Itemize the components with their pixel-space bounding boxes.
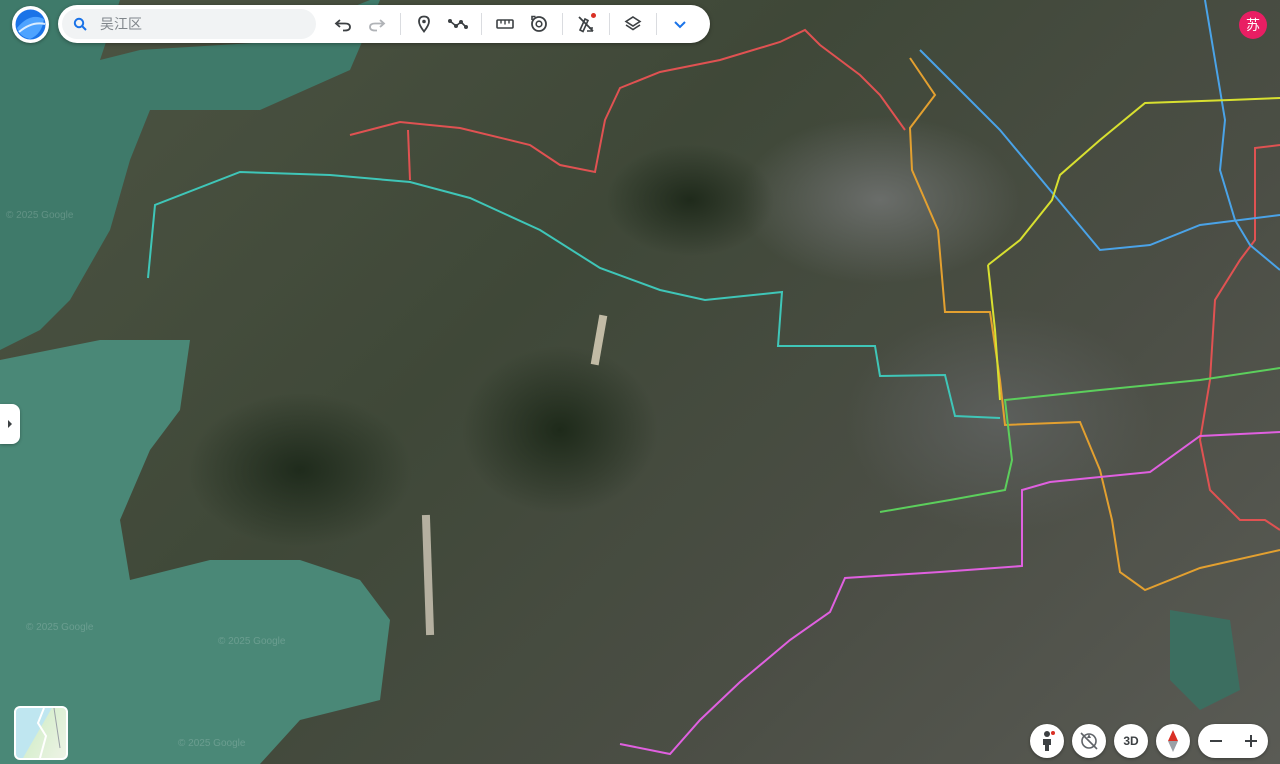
route-orange — [908, 57, 1280, 592]
measure-icon — [496, 19, 514, 29]
compass-icon — [1168, 730, 1178, 752]
route-blue — [919, 49, 1280, 252]
lake-water — [0, 340, 390, 764]
measure-button[interactable] — [488, 7, 522, 41]
runway — [590, 314, 608, 366]
compass-button[interactable] — [1156, 724, 1190, 758]
search-box[interactable] — [62, 9, 316, 39]
side-panel-toggle[interactable] — [0, 404, 20, 444]
route-magenta — [619, 431, 1280, 756]
toolbar-divider — [400, 13, 401, 35]
layers-icon — [624, 16, 642, 31]
pegman-icon — [1043, 731, 1055, 751]
undo-button[interactable] — [326, 7, 360, 41]
earth-logo[interactable] — [12, 6, 49, 43]
redo-button[interactable] — [360, 7, 394, 41]
placemark-icon — [418, 15, 430, 33]
route-red — [407, 129, 411, 181]
satellite-map[interactable]: © 2025 Google © 2025 Google © 2025 Googl… — [0, 0, 1280, 764]
map-watermark: © 2025 Google — [6, 210, 74, 221]
add-placemark-button[interactable] — [407, 7, 441, 41]
toolbar-divider — [656, 13, 657, 35]
map-watermark: © 2025 Google — [218, 636, 286, 647]
search-input[interactable] — [98, 15, 302, 33]
lake-water — [1170, 610, 1240, 710]
earth-logo-icon — [15, 9, 46, 40]
route-teal — [147, 170, 1001, 419]
chevron-right-icon — [8, 420, 12, 428]
historical-imagery-button[interactable] — [522, 7, 556, 41]
route-red — [349, 28, 906, 174]
draw-path-button[interactable] — [441, 7, 475, 41]
path-icon — [448, 19, 468, 29]
map-watermark: © 2025 Google — [178, 738, 246, 749]
minimap-icon — [36, 708, 61, 758]
route-green — [879, 367, 1280, 513]
street-view-button[interactable] — [1030, 724, 1064, 758]
top-toolbar — [58, 5, 710, 43]
map-overlay — [0, 0, 1280, 764]
notification-dot — [591, 13, 596, 18]
route-red — [1198, 144, 1280, 531]
zoom-in-button[interactable] — [1236, 726, 1266, 756]
map-style-button[interactable] — [616, 7, 650, 41]
map-watermark: © 2025 Google — [26, 622, 94, 633]
more-tools-button[interactable] — [663, 7, 697, 41]
zoom-out-button[interactable] — [1201, 726, 1231, 756]
map-type-thumbnail[interactable] — [14, 706, 68, 760]
undo-icon — [334, 19, 351, 32]
route-yellow — [987, 97, 1280, 266]
minus-icon — [1209, 740, 1222, 742]
tilt-reset-button[interactable] — [1072, 724, 1106, 758]
toolbar-divider — [609, 13, 610, 35]
tilt-reset-icon — [1080, 732, 1098, 750]
clear-button[interactable] — [569, 7, 603, 41]
chevron-down-icon — [674, 21, 686, 29]
search-icon[interactable] — [62, 17, 98, 31]
plus-icon — [1244, 735, 1257, 747]
account-avatar[interactable]: 苏 — [1239, 11, 1267, 39]
toolbar-divider — [481, 13, 482, 35]
runway — [421, 514, 435, 636]
route-blue — [1204, 0, 1280, 271]
zoom-control — [1198, 724, 1268, 758]
history-icon — [531, 15, 547, 32]
redo-icon — [369, 19, 386, 32]
toolbar-divider — [562, 13, 563, 35]
view-3d-button[interactable]: 3D — [1114, 724, 1148, 758]
